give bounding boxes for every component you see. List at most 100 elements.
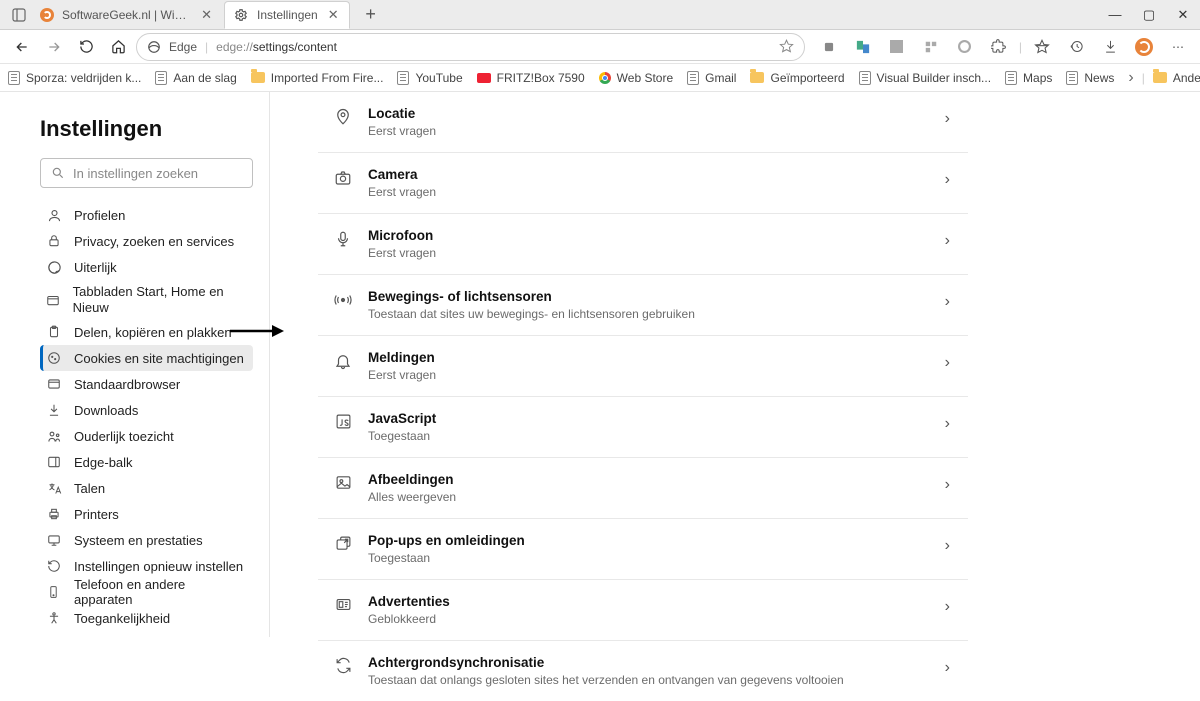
image-icon: [332, 474, 354, 496]
favorites-icon[interactable]: [1028, 33, 1056, 61]
setting-row-ads[interactable]: AdvertentiesGeblokkeerd ›: [318, 580, 968, 641]
chevron-right-icon: ›: [945, 537, 950, 555]
microphone-icon: [332, 230, 354, 252]
sidebar-item-privacy[interactable]: Privacy, zoeken en services: [40, 228, 253, 254]
settings-favicon-icon: [233, 7, 249, 23]
profile-icon[interactable]: [1130, 33, 1158, 61]
bookmark-item[interactable]: Web Store: [599, 71, 673, 85]
chevron-right-icon: ›: [945, 659, 950, 677]
bookmark-item[interactable]: YouTube: [397, 71, 462, 85]
setting-row-images[interactable]: AfbeeldingenAlles weergeven ›: [318, 458, 968, 519]
bookmark-item[interactable]: FRITZ!Box 7590: [477, 71, 585, 85]
tab-label: Instellingen: [257, 8, 318, 22]
sidebar-item-share[interactable]: Delen, kopiëren en plakken: [40, 319, 253, 345]
back-button[interactable]: [8, 33, 36, 61]
maximize-button[interactable]: ▢: [1132, 0, 1166, 30]
setting-row-background-sync[interactable]: AchtergrondsynchronisatieToestaan dat on…: [318, 641, 968, 701]
ext-icon-3[interactable]: [917, 33, 945, 61]
family-icon: [46, 428, 62, 444]
bookmark-item[interactable]: Sporza: veldrijden k...: [8, 71, 141, 85]
window-titlebar: SoftwareGeek.nl | Windows de b ✕ Instell…: [0, 0, 1200, 30]
ext-icon-4[interactable]: [951, 33, 979, 61]
new-tab-button[interactable]: +: [358, 4, 384, 25]
sidebar-item-default-browser[interactable]: Standaardbrowser: [40, 371, 253, 397]
bookmark-folder[interactable]: Geïmporteerd: [750, 71, 844, 85]
tab-close-icon[interactable]: ✕: [328, 7, 339, 23]
clipboard-icon: [46, 324, 62, 340]
browser-tab-active[interactable]: Instellingen ✕: [224, 1, 350, 29]
setting-row-notifications[interactable]: MeldingenEerst vragen ›: [318, 336, 968, 397]
sidebar-item-appearance[interactable]: Uiterlijk: [40, 254, 253, 280]
downloads-icon[interactable]: [1096, 33, 1124, 61]
page-icon: [397, 71, 409, 85]
settings-search-input[interactable]: In instellingen zoeken: [40, 158, 253, 188]
printer-icon: [46, 506, 62, 522]
sidebar-item-tabs[interactable]: Tabbladen Start, Home en Nieuw: [40, 280, 253, 319]
bookmark-item[interactable]: Aan de slag: [155, 71, 236, 85]
sidebar-item-languages[interactable]: Talen: [40, 475, 253, 501]
sidebar-item-system[interactable]: Systeem en prestaties: [40, 527, 253, 553]
accessibility-icon: [46, 610, 62, 626]
phone-icon: [46, 584, 62, 600]
bookmark-folder[interactable]: Imported From Fire...: [251, 71, 384, 85]
window-controls: ― ▢ ✕: [1098, 0, 1200, 30]
settings-sidebar: Instellingen In instellingen zoeken Prof…: [0, 92, 270, 637]
sync-icon: [332, 657, 354, 679]
browser-icon: [46, 376, 62, 392]
ext-icon-2[interactable]: [883, 33, 911, 61]
folder-icon: [750, 72, 764, 83]
sidebar-item-cookies[interactable]: Cookies en site machtigingen: [40, 345, 253, 371]
bookmark-item[interactable]: Gmail: [687, 71, 736, 85]
setting-row-motion[interactable]: Bewegings- of lichtsensorenToestaan dat …: [318, 275, 968, 336]
settings-main: LocatieEerst vragen › CameraEerst vragen…: [270, 92, 1200, 637]
chevron-right-icon: ›: [945, 415, 950, 433]
favorite-star-icon[interactable]: [779, 39, 794, 54]
sidebar-item-printers[interactable]: Printers: [40, 501, 253, 527]
other-favorites-folder[interactable]: Andere favorieten: [1153, 71, 1200, 85]
history-icon[interactable]: [1062, 33, 1090, 61]
ext-icon[interactable]: [815, 33, 843, 61]
tabs-icon: [46, 292, 61, 308]
setting-row-javascript[interactable]: JavaScriptToegestaan ›: [318, 397, 968, 458]
close-window-button[interactable]: ✕: [1166, 0, 1200, 30]
page-icon: [8, 71, 20, 85]
bookmark-item[interactable]: Visual Builder insch...: [859, 71, 992, 85]
camera-icon: [332, 169, 354, 191]
translate-icon[interactable]: [849, 33, 877, 61]
bookmark-item[interactable]: News: [1066, 71, 1114, 85]
forward-button[interactable]: [40, 33, 68, 61]
chevron-right-icon: ›: [945, 293, 950, 311]
setting-row-microphone[interactable]: MicrofoonEerst vragen ›: [318, 214, 968, 275]
bookmarks-overflow-icon[interactable]: ›: [1128, 69, 1133, 87]
sidebar-item-downloads[interactable]: Downloads: [40, 397, 253, 423]
more-menu-icon[interactable]: ⋯: [1164, 33, 1192, 61]
chevron-right-icon: ›: [945, 598, 950, 616]
sidebar-item-edge-bar[interactable]: Edge-balk: [40, 449, 253, 475]
setting-row-popups[interactable]: Pop-ups en omleidingenToegestaan ›: [318, 519, 968, 580]
sidebar-item-reset[interactable]: Instellingen opnieuw instellen: [40, 553, 253, 579]
sidebar-item-about[interactable]: Over Microsoft Edge: [40, 631, 253, 637]
bookmark-item[interactable]: Maps: [1005, 71, 1052, 85]
sidebar-item-accessibility[interactable]: Toegankelijkheid: [40, 605, 253, 631]
setting-row-camera[interactable]: CameraEerst vragen ›: [318, 153, 968, 214]
reset-icon: [46, 558, 62, 574]
fritz-icon: [477, 73, 491, 83]
refresh-button[interactable]: [72, 33, 100, 61]
home-button[interactable]: [104, 33, 132, 61]
motion-sensor-icon: [332, 291, 354, 313]
address-bar[interactable]: Edge | edge://settings/content: [136, 33, 805, 61]
extensions-puzzle-icon[interactable]: [985, 33, 1013, 61]
address-url: edge://settings/content: [216, 40, 337, 54]
minimize-button[interactable]: ―: [1098, 0, 1132, 30]
popup-icon: [332, 535, 354, 557]
tab-actions-icon[interactable]: [6, 2, 32, 28]
lock-icon: [46, 233, 62, 249]
setting-row-location[interactable]: LocatieEerst vragen ›: [318, 92, 968, 153]
search-icon: [51, 166, 65, 180]
tab-close-icon[interactable]: ✕: [201, 7, 212, 23]
sidebar-item-phone[interactable]: Telefoon en andere apparaten: [40, 579, 253, 605]
browser-tab[interactable]: SoftwareGeek.nl | Windows de b ✕: [32, 1, 222, 29]
download-icon: [46, 402, 62, 418]
sidebar-item-profiles[interactable]: Profielen: [40, 202, 253, 228]
sidebar-item-family[interactable]: Ouderlijk toezicht: [40, 423, 253, 449]
